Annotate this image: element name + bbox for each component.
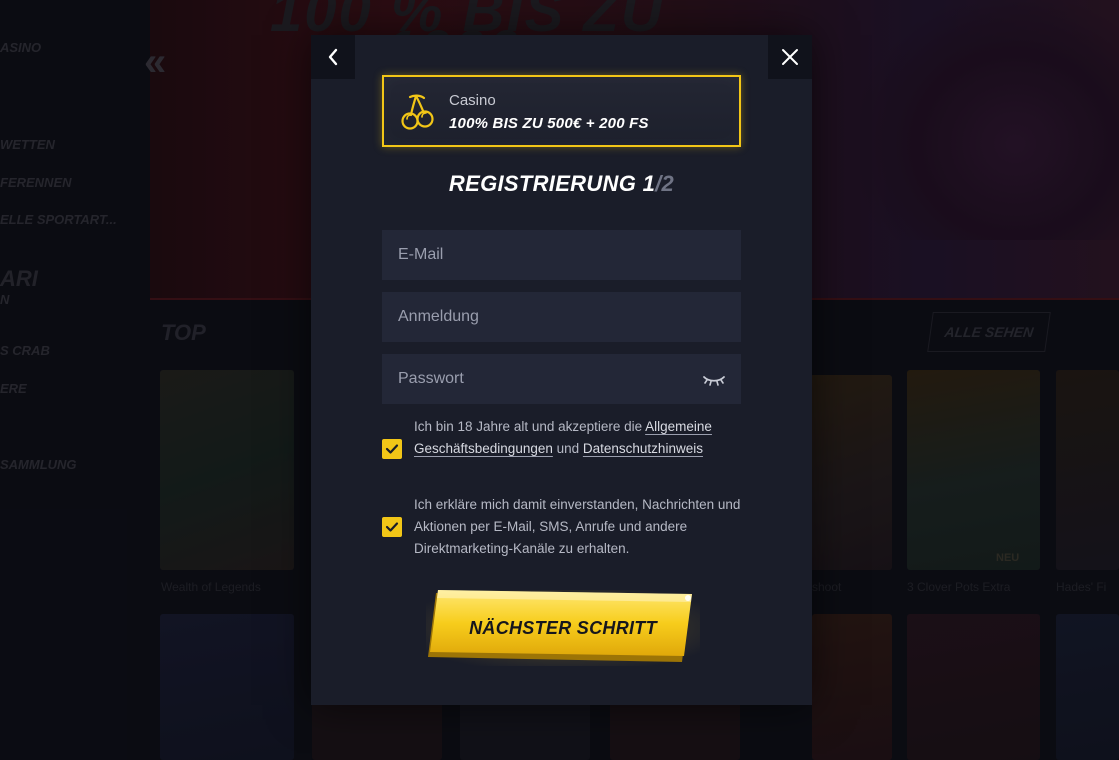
terms-consent-text: Ich bin 18 Jahre alt und akzeptiere die …	[414, 416, 749, 460]
page-title: REGISTRIERUNG 1/2	[311, 171, 812, 197]
login-field	[382, 292, 741, 342]
checkmark-icon	[385, 444, 399, 454]
email-input[interactable]	[398, 230, 698, 280]
back-button[interactable]	[311, 35, 355, 79]
cherries-icon	[401, 94, 434, 130]
bonus-offer: 100% BIS ZU 500€ + 200 FS	[449, 115, 649, 132]
title-step-total: 2	[661, 171, 675, 196]
next-step-button[interactable]: NÄCHSTER SCHRITT	[426, 590, 700, 666]
terms-text-and: und	[552, 441, 583, 456]
title-main: REGISTRIERUNG 1	[448, 171, 656, 196]
terms-checkbox[interactable]	[382, 439, 402, 459]
marketing-consent-text: Ich erkläre mich damit einverstanden, Na…	[414, 497, 741, 556]
registration-modal: Casino 100% BIS ZU 500€ + 200 FS REGISTR…	[311, 35, 812, 705]
chevron-left-icon	[328, 48, 338, 66]
next-step-button-wrap: NÄCHSTER SCHRITT	[426, 590, 700, 666]
privacy-link[interactable]: Datenschutzhinweis	[583, 441, 703, 456]
login-input[interactable]	[398, 292, 698, 342]
password-input[interactable]	[398, 354, 698, 404]
marketing-checkbox[interactable]	[382, 517, 402, 537]
close-icon	[782, 49, 798, 65]
bonus-banner[interactable]: Casino 100% BIS ZU 500€ + 200 FS	[382, 75, 741, 147]
password-field	[382, 354, 741, 404]
email-field	[382, 230, 741, 280]
terms-text-before: Ich bin 18 Jahre alt und akzeptiere die	[414, 419, 646, 434]
checkmark-icon	[385, 522, 399, 532]
eye-closed-icon[interactable]	[701, 370, 727, 388]
bonus-category: Casino	[449, 92, 496, 109]
next-step-label: NÄCHSTER SCHRITT	[469, 617, 657, 638]
close-button[interactable]	[768, 35, 812, 79]
